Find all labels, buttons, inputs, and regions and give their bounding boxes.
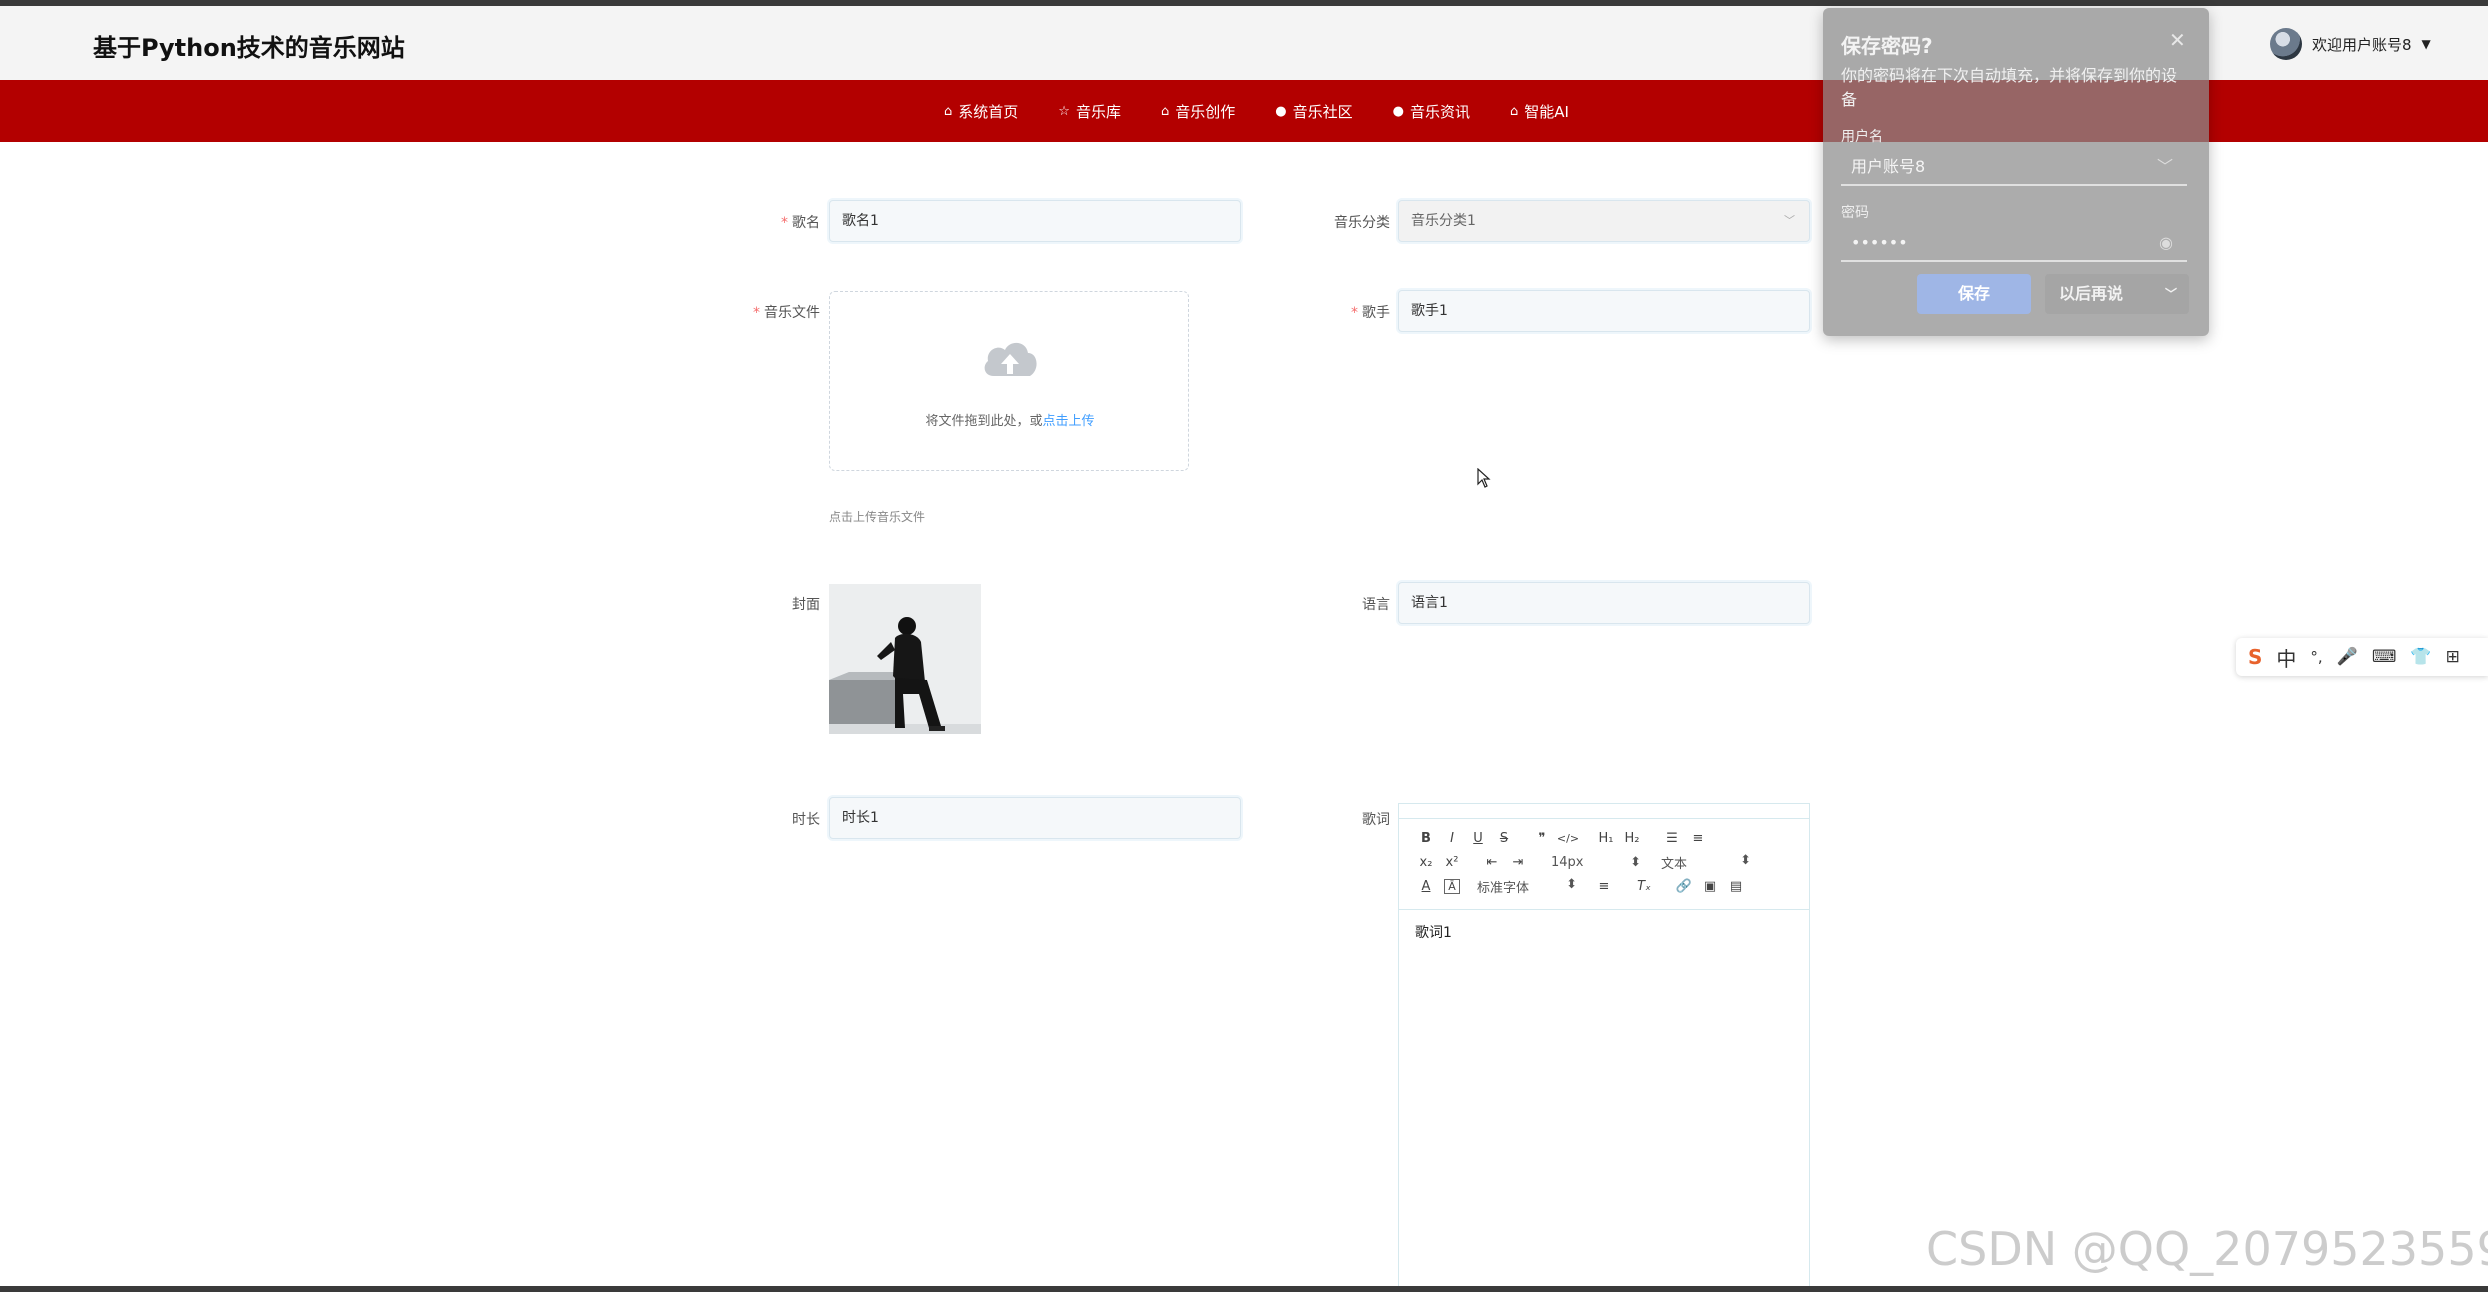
close-icon[interactable]: ✕ [2169, 28, 2186, 52]
nav-item-label: 智能AI [1524, 102, 1569, 121]
nav-item-smart-ai[interactable]: ⌂ 智能AI [1510, 101, 1569, 122]
cover-image[interactable] [829, 584, 981, 734]
info-icon: ● [1275, 103, 1287, 119]
image-button[interactable]: ▣ [1697, 879, 1723, 894]
eye-icon[interactable]: ◉ [2159, 226, 2173, 260]
nav-item-music-creation[interactable]: ⌂ 音乐创作 [1161, 101, 1235, 122]
popup-later-button[interactable]: 以后再说 ﹀ [2045, 274, 2189, 314]
nav-item-label: 系统首页 [958, 102, 1019, 121]
font-color-button[interactable]: A [1413, 879, 1439, 894]
language-label: 语言 [1362, 597, 1390, 613]
mouse-cursor-icon [1477, 468, 1491, 488]
popup-username-label: 用户名 [1841, 129, 1883, 145]
popup-username-field[interactable]: 用户账号8 ﹀ [1841, 150, 2187, 186]
popup-password-field[interactable]: •••••• ◉ [1841, 226, 2187, 262]
singer-label: * 歌手 [1351, 305, 1390, 321]
microphone-icon[interactable]: 🎤 [2337, 647, 2358, 667]
music-category-select[interactable]: 音乐分类1 ﹀ [1398, 200, 1810, 242]
song-name-label: * 歌名 [781, 215, 820, 231]
music-file-label: * 音乐文件 [753, 305, 820, 321]
popup-save-button[interactable]: 保存 [1917, 274, 2031, 314]
music-category-label: 音乐分类 [1334, 215, 1390, 231]
home-icon: ⌂ [1509, 103, 1519, 119]
align-button[interactable]: ≡ [1591, 879, 1617, 894]
nav-item-home[interactable]: ⌂ 系统首页 [944, 101, 1018, 122]
chevron-down-icon[interactable]: ﹀ [2165, 274, 2177, 314]
caret-down-icon[interactable]: ▼ [2422, 37, 2431, 51]
upload-link[interactable]: 点击上传 [1043, 414, 1095, 429]
link-button[interactable]: 🔗 [1671, 879, 1697, 894]
window-bottom-border [0, 1286, 2488, 1292]
nav-item-music-library[interactable]: ☆ 音乐库 [1058, 101, 1121, 122]
save-password-popup: 保存密码? ✕ 你的密码将在下次自动填充，并将保存到你的设备 用户名 用户账号8… [1823, 8, 2209, 336]
outdent-button[interactable]: ⇤ [1479, 855, 1505, 870]
music-file-dropzone[interactable]: 将文件拖到此处，或点击上传 [829, 291, 1189, 471]
singer-input[interactable]: 歌手1 [1398, 290, 1810, 332]
code-block-button[interactable]: </> [1555, 832, 1581, 845]
strike-button[interactable]: S [1491, 831, 1517, 846]
lyrics-editor[interactable]: B I U S ❞ </> H₁ H₂ ☰ ≡ x₂ x² ⇤ ⇥ 14px ⬍ … [1398, 803, 1810, 1292]
ime-toolbar: S 中 °, 🎤 ⌨ 👕 ⊞ [2236, 638, 2488, 676]
duration-label: 时长 [792, 812, 820, 828]
language-input[interactable]: 语言1 [1398, 582, 1810, 624]
upload-tip: 点击上传音乐文件 [829, 510, 926, 524]
select-arrows-icon: ⬍ [1630, 854, 1641, 870]
nav-item-label: 音乐创作 [1175, 102, 1236, 121]
video-button[interactable]: ▤ [1723, 879, 1749, 894]
home-icon: ⌂ [1160, 103, 1170, 119]
popup-title: 保存密码? [1841, 34, 1933, 58]
font-family-select[interactable]: 标准字体 ⬍ [1477, 877, 1577, 896]
popup-password-label: 密码 [1841, 205, 1869, 221]
site-title: 基于Python技术的音乐网站 [93, 34, 405, 62]
header2-button[interactable]: H₂ [1619, 831, 1645, 846]
nav-item-music-news[interactable]: ● 音乐资讯 [1393, 101, 1470, 122]
editor-toolbar: B I U S ❞ </> H₁ H₂ ☰ ≡ x₂ x² ⇤ ⇥ 14px ⬍ … [1399, 818, 1809, 910]
upload-drop-text: 将文件拖到此处，或点击上传 [925, 414, 1095, 429]
chevron-down-icon: ﹀ [1784, 214, 1795, 227]
info-icon: ● [1392, 103, 1404, 119]
chinese-mode-icon[interactable]: 中 [2276, 643, 2296, 672]
welcome-text[interactable]: 欢迎用户账号8 [2312, 34, 2412, 55]
chevron-down-icon[interactable]: ﹀ [2157, 150, 2173, 184]
user-menu[interactable]: 欢迎用户账号8 ▼ [2270, 28, 2431, 60]
cover-label: 封面 [792, 597, 820, 613]
select-arrows-icon: ⬍ [1740, 852, 1751, 868]
upload-cloud-icon [984, 342, 1037, 376]
blockquote-button[interactable]: ❞ [1529, 831, 1555, 846]
toolbox-icon[interactable]: ⊞ [2446, 647, 2460, 667]
csdn-watermark: CSDN @QQ_2079523559 [1926, 1222, 2488, 1276]
font-size-select[interactable]: 14px ⬍ [1551, 855, 1641, 870]
bullet-list-button[interactable]: ≡ [1685, 831, 1711, 846]
header-select[interactable]: 文本 ⬍ [1661, 853, 1751, 872]
italic-button[interactable]: I [1439, 831, 1465, 846]
header1-button[interactable]: H₁ [1593, 831, 1619, 846]
song-name-input[interactable]: 歌名1 [829, 200, 1241, 242]
nav-item-label: 音乐社区 [1292, 102, 1353, 121]
bold-button[interactable]: B [1413, 831, 1439, 846]
ordered-list-button[interactable]: ☰ [1659, 831, 1685, 846]
clear-format-button[interactable]: Tₓ [1631, 879, 1657, 894]
star-icon: ☆ [1058, 103, 1070, 119]
popup-description: 你的密码将在下次自动填充，并将保存到你的设备 [1841, 66, 2178, 109]
lyrics-label: 歌词 [1362, 812, 1390, 828]
punctuation-icon[interactable]: °, [2310, 648, 2322, 666]
underline-button[interactable]: U [1465, 831, 1491, 846]
skin-icon[interactable]: 👕 [2410, 647, 2431, 667]
lyrics-editor-content[interactable]: 歌词1 [1415, 922, 1452, 942]
app-root: 基于Python技术的音乐网站 欢迎用户账号8 ▼ ⌂ 系统首页 ☆ 音乐库 ⌂… [0, 0, 2488, 1292]
superscript-button[interactable]: x² [1439, 855, 1465, 870]
select-arrows-icon: ⬍ [1566, 876, 1577, 892]
nav-item-label: 音乐库 [1075, 102, 1121, 121]
duration-input[interactable]: 时长1 [829, 797, 1241, 839]
nav-item-label: 音乐资讯 [1409, 102, 1470, 121]
keyboard-icon[interactable]: ⌨ [2372, 647, 2397, 667]
subscript-button[interactable]: x₂ [1413, 855, 1439, 870]
home-icon: ⌂ [944, 103, 953, 119]
avatar[interactable] [2270, 28, 2302, 60]
nav-item-music-community[interactable]: ● 音乐社区 [1275, 101, 1352, 122]
music-category-value: 音乐分类1 [1411, 213, 1476, 229]
background-color-button[interactable]: Ā [1444, 878, 1460, 894]
indent-button[interactable]: ⇥ [1505, 855, 1531, 870]
sogou-logo-icon[interactable]: S [2248, 645, 2262, 669]
